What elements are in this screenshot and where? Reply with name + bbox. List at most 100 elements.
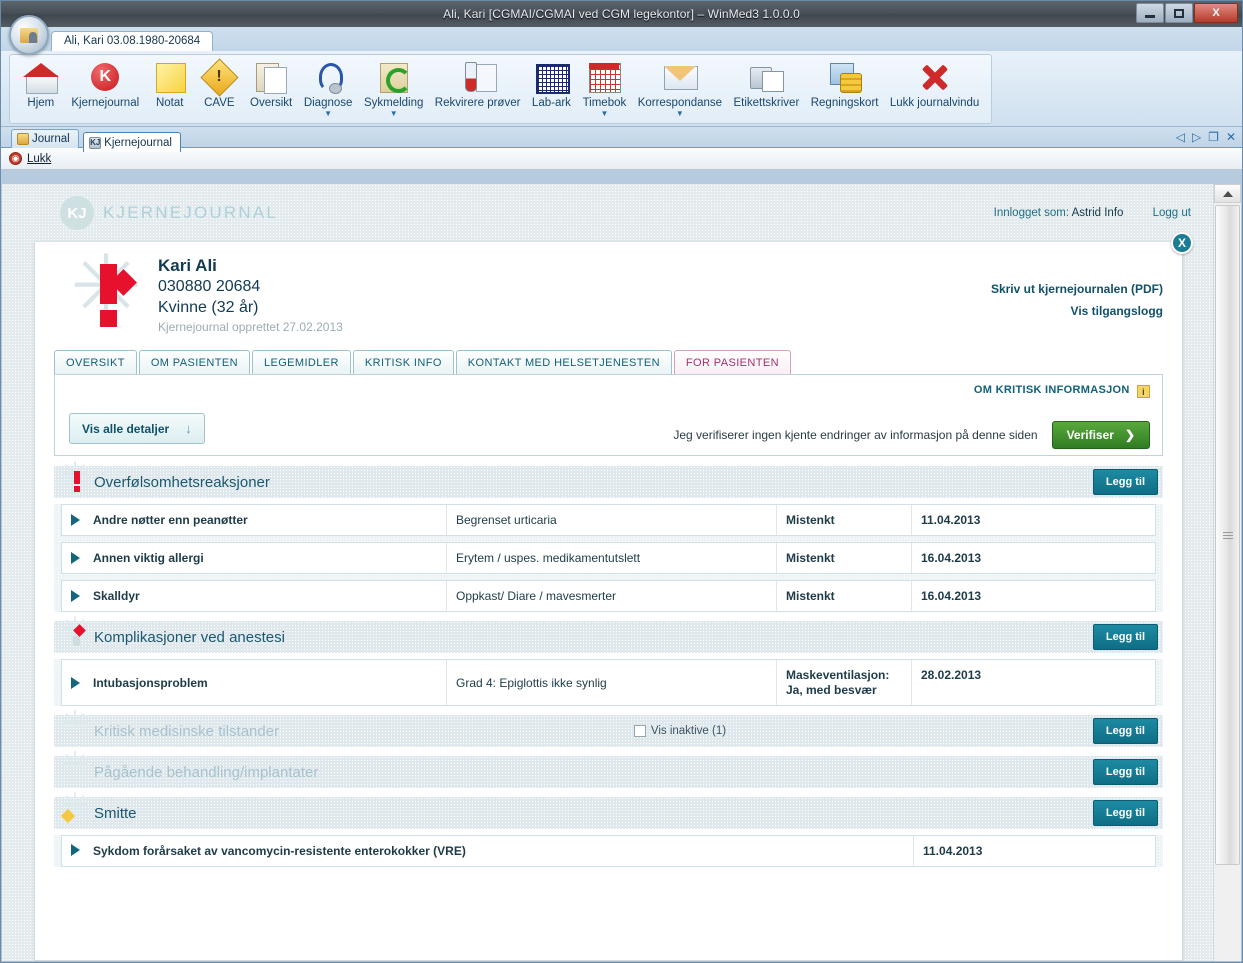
table-row[interactable]: Andre nøtter enn peanøtter Begrenset urti…: [61, 504, 1156, 536]
prev-icon[interactable]: ◁: [1176, 130, 1185, 144]
minimize-button[interactable]: [1136, 3, 1164, 23]
application-window: Ali, Kari [CGMAI/CGMAI ved CGM legekonto…: [0, 0, 1243, 963]
ribbon-button-kjernejournal[interactable]: K Kjernejournal: [66, 58, 145, 110]
ribbon-button-label: Timebok: [582, 97, 627, 109]
close-icon[interactable]: ✕: [1226, 130, 1236, 144]
scroll-up-button[interactable]: [1214, 184, 1241, 203]
ribbon-button-lukk-journalvindu[interactable]: Lukk journalvindu: [884, 58, 985, 110]
app-menu-orb[interactable]: [9, 15, 49, 55]
print-kjernejournal-link[interactable]: Skriv ut kjernejournalen (PDF): [991, 278, 1163, 300]
kjernejournal-star-icon: ✳: [68, 244, 144, 332]
minimize-icon: [1145, 14, 1155, 18]
chevron-right-icon: ❯: [1124, 428, 1135, 442]
ribbon-button-hjem[interactable]: Hjem: [16, 58, 66, 110]
show-all-details-button[interactable]: Vis alle detaljer ↓: [69, 413, 205, 444]
critical-info-heading-text: OM KRITISK INFORMASJON: [973, 384, 1130, 396]
restore-icon[interactable]: ❐: [1208, 130, 1219, 144]
documents-icon: [252, 59, 290, 95]
ribbon-button-sykmelding[interactable]: Sykmelding ▼: [358, 58, 429, 118]
row-description: Oppkast/ Diare / mavesmerter: [447, 581, 777, 611]
expand-triangle-icon[interactable]: [71, 514, 80, 526]
table-row[interactable]: Annen viktig allergi Erytem / uspes. medi…: [61, 542, 1156, 574]
ribbon-button-lab-ark[interactable]: Lab-ark: [526, 58, 577, 110]
section-header: ✳ Kritisk medisinske tilstander Vis inakti…: [54, 707, 1163, 747]
table-row[interactable]: Skalldyr Oppkast/ Diare / mavesmerter Mist…: [61, 580, 1156, 612]
ribbon-button-label: CAVE: [204, 97, 235, 109]
section-title: Smitte: [94, 804, 137, 822]
tab-legemidler[interactable]: LEGEMIDLER: [251, 350, 351, 375]
kjernejournal-card: X ✳ Kari Ali 030880 20684 Kvinne (32 år)…: [34, 232, 1193, 961]
tab-kritisk-info[interactable]: KRITISK INFO: [352, 350, 454, 375]
verify-row: Jeg verifiserer ingen kjente endringer a…: [673, 421, 1150, 449]
chevron-down-icon[interactable]: ▼: [600, 110, 608, 118]
document-nav: ◁ ▷ ❐ ✕: [1176, 130, 1236, 144]
info-icon[interactable]: i: [1137, 385, 1150, 398]
page-scrollbar[interactable]: [1213, 184, 1241, 961]
next-icon[interactable]: ▷: [1192, 130, 1201, 144]
section-smitte: ✳ Smitte Legg til Sykdom forårsaket av vanc…: [54, 789, 1163, 867]
title-bar: Ali, Kari [CGMAI/CGMAI ved CGM legekonto…: [1, 1, 1242, 27]
patient-tab[interactable]: Ali, Kari 03.08.1980-20684: [51, 31, 214, 51]
row-description: Erytem / uspes. medikamentutslett: [447, 543, 777, 573]
ribbon-button-diagnose[interactable]: Diagnose ▼: [298, 58, 358, 118]
document-tab-bar: Journal KJ Kjernejournal ◁ ▷ ❐ ✕: [1, 127, 1242, 152]
row-name-text: Intubasjonsproblem: [93, 675, 208, 690]
ribbon-button-korrespondanse[interactable]: Korrespondanse ▼: [632, 58, 728, 118]
ribbon-button-timebok[interactable]: Timebok ▼: [577, 58, 632, 118]
checkbox-icon[interactable]: [633, 725, 646, 737]
table-row[interactable]: Intubasjonsproblem Grad 4: Epiglottis ikk…: [61, 659, 1156, 706]
add-button[interactable]: Legg til: [1092, 800, 1158, 826]
table-row[interactable]: Sykdom forårsaket av vancomycin-resisten…: [61, 835, 1156, 867]
expand-triangle-icon[interactable]: [71, 552, 80, 564]
add-button[interactable]: Legg til: [1092, 469, 1158, 495]
tab-kjernejournal[interactable]: KJ Kjernejournal: [83, 132, 181, 152]
logout-link[interactable]: Logg ut: [1153, 207, 1191, 219]
patient-folder-icon: [20, 27, 38, 43]
tab-journal-label: Journal: [32, 133, 70, 145]
tab-oversikt[interactable]: OVERSIKT: [54, 350, 137, 375]
app-tab-strip: Ali, Kari 03.08.1980-20684: [1, 15, 1242, 55]
expand-triangle-icon[interactable]: [71, 844, 80, 856]
chevron-down-icon[interactable]: ▼: [324, 110, 332, 118]
calendar-icon: [585, 59, 623, 95]
patient-name: Kari Ali: [158, 256, 217, 275]
ribbon-button-etikettskriver[interactable]: Etikettskriver: [728, 58, 805, 110]
section-rows: Intubasjonsproblem Grad 4: Epiglottis ikk…: [54, 659, 1163, 706]
close-button[interactable]: X: [1194, 3, 1238, 23]
verify-button[interactable]: Verifiser ❯: [1051, 421, 1150, 449]
ribbon-button-regningskort[interactable]: Regningskort: [805, 58, 884, 110]
chevron-down-icon[interactable]: ▼: [390, 110, 398, 118]
row-name-text: Sykdom forårsaket av vancomycin-resisten…: [93, 844, 466, 858]
tab-for-pasienten[interactable]: FOR PASIENTEN: [673, 350, 791, 375]
ribbon-button-rekvirere-pr-ver[interactable]: Rekvirere prøver: [429, 58, 526, 110]
show-inactive-checkbox[interactable]: Vis inaktive (1): [633, 725, 726, 737]
scrollbar-thumb[interactable]: [1215, 205, 1240, 865]
tab-journal[interactable]: Journal: [11, 129, 79, 148]
add-button[interactable]: Legg til: [1092, 718, 1158, 744]
critical-info-box: OM KRITISK INFORMASJON i Vis alle detalj…: [54, 374, 1163, 456]
lukk-link[interactable]: Lukk: [27, 153, 51, 165]
patient-sex-age: Kvinne (32 år): [158, 299, 259, 316]
expand-triangle-icon[interactable]: [71, 590, 80, 602]
login-info: Innlogget som: Astrid Info Logg ut: [994, 207, 1191, 219]
add-button[interactable]: Legg til: [1092, 759, 1158, 785]
ribbon-button-cave[interactable]: CAVE: [195, 58, 245, 110]
patient-actions: Skriv ut kjernejournalen (PDF) Vis tilga…: [991, 256, 1163, 334]
test-tube-icon: [459, 59, 497, 95]
tab-kontakt-med-helsetjenesten[interactable]: KONTAKT MED HELSETJENESTEN: [455, 350, 672, 375]
tab-om-pasienten[interactable]: OM PASIENTEN: [138, 350, 250, 375]
close-panel-button[interactable]: X: [1171, 232, 1193, 254]
exclamation-star-icon: ✳: [61, 458, 89, 495]
ribbon-button-notat[interactable]: Notat: [145, 58, 195, 110]
patient-info: Kari Ali 030880 20684 Kvinne (32 år) Kje…: [158, 256, 343, 334]
access-log-link[interactable]: Vis tilgangslogg: [991, 300, 1163, 322]
ribbon-button-oversikt[interactable]: Oversikt: [244, 58, 298, 110]
section-komplikasjoner-ved-anestesi: ✳Komplikasjoner ved anestesi Legg til Intu…: [54, 613, 1163, 706]
window-controls: X: [1136, 3, 1238, 23]
add-button[interactable]: Legg til: [1092, 624, 1158, 650]
chevron-down-icon[interactable]: ▼: [676, 110, 684, 118]
maximize-button[interactable]: [1165, 3, 1193, 23]
warning-diamond-icon: [200, 59, 238, 95]
expand-triangle-icon[interactable]: [71, 676, 80, 689]
kjernejournal-logo: KJ KJERNEJOURNAL: [60, 196, 994, 230]
